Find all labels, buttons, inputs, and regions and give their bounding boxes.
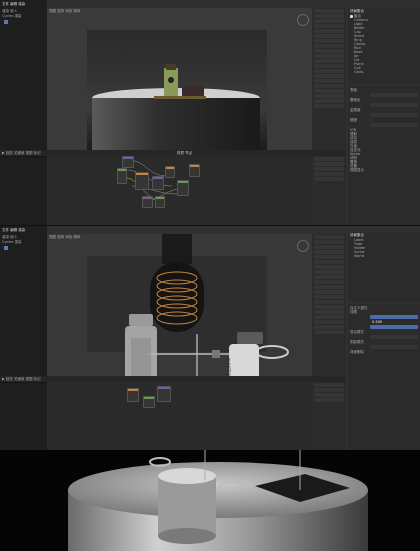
shader-node[interactable] [127, 388, 139, 402]
shader-node[interactable] [142, 196, 153, 208]
prop-label: 糙度 [350, 118, 357, 122]
bottom-node-editor[interactable] [47, 382, 312, 450]
shader-node[interactable] [189, 164, 200, 177]
shader-node[interactable] [143, 396, 155, 408]
bottom-viewport[interactable]: Ⓜ 化妆品精华 视图 选择 添加 物体 [47, 234, 312, 464]
bottom-tool-icon[interactable] [4, 246, 8, 250]
bottom-info-line-2: Cycles 渲染 [2, 240, 22, 244]
selected-prop-value: 0.500 [372, 320, 383, 324]
outliner-item[interactable]: Glass [354, 70, 414, 74]
top-outliner-title: 场景集合 [350, 9, 364, 13]
bottom-file-menu[interactable]: 文件 编辑 渲染 [2, 228, 25, 232]
product-render [0, 450, 420, 551]
bottom-left-toolbar: 文件 编辑 渲染 渲染 帧:1 Cycles 渲染 [0, 226, 47, 450]
top-node-editor-title: 材质 节点 [177, 151, 193, 155]
top-node-sidebar [312, 156, 346, 225]
prop-label: 阴影模式 [350, 340, 364, 344]
shader-node[interactable] [152, 176, 164, 190]
shader-node[interactable] [117, 168, 127, 184]
prop-label: 混合模式 [350, 330, 364, 334]
render-scene [68, 450, 368, 551]
shader-node[interactable] [155, 196, 165, 208]
bottom-timeline-label: ▶ 回放 关键帧 视图 标记 [2, 377, 41, 381]
bottom-outliner-title: 场景集合 [350, 233, 364, 237]
prop-label: 表面 [350, 88, 357, 92]
selected-prop-field[interactable] [370, 315, 418, 319]
top-info-line-1: 渲染 帧:1 [2, 9, 18, 13]
prop-field[interactable] [370, 123, 418, 127]
top-timeline-label: ▶ 回放 关键帧 视图 标记 [2, 151, 41, 155]
collection-icon [350, 14, 353, 18]
shader-node[interactable] [165, 166, 175, 178]
shader-node[interactable] [135, 172, 149, 190]
top-properties: 表面 基础色 金属度 糙度 IOR 透射 法向 涂层 光泽 自发光 Alpha … [348, 86, 420, 225]
prop-field[interactable] [370, 113, 418, 117]
top-nav-gizmo[interactable] [297, 14, 309, 26]
top-sidebar-n-panel [312, 8, 346, 150]
prop-field[interactable] [370, 93, 418, 97]
bottom-outliner: 场景集合 Label Tube Holder Screw World [348, 232, 420, 302]
prop-field[interactable] [370, 103, 418, 107]
bottom-viewport-header[interactable]: 视图 选择 添加 物体 [49, 235, 80, 239]
top-tool-icon[interactable] [4, 20, 8, 24]
prop-label: 金属度 [350, 108, 361, 112]
prop-label: 背面剔除 [350, 350, 364, 354]
top-viewport[interactable]: 视图 选择 添加 物体 [47, 8, 312, 150]
outliner-item[interactable]: World [354, 254, 414, 258]
bottom-node-sidebar [312, 382, 346, 450]
top-viewport-header[interactable]: 视图 选择 添加 物体 [49, 9, 80, 13]
shader-node[interactable] [157, 386, 171, 402]
top-node-editor[interactable]: 材质 节点 [47, 151, 312, 225]
prop-field[interactable] [370, 345, 418, 349]
top-product-scene [154, 64, 206, 99]
top-blender-window: 文件 编辑 渲染 渲染 帧:1 Cycles 渲染 视图 选择 添加 物体 场景… [0, 0, 420, 225]
prop-label: 视图显示 [350, 168, 364, 172]
bottom-nav-gizmo[interactable] [297, 240, 309, 252]
bottom-info-line-1: 渲染 帧:1 [2, 235, 18, 239]
bottom-properties: 自定义属性 线框 0.500 混合模式 阴影模式 背面剔除 [348, 304, 420, 450]
shader-node[interactable] [177, 180, 189, 196]
bottom-sidebar-n-panel [312, 234, 346, 376]
prop-label: 基础色 [350, 98, 361, 102]
top-info-line-2: Cycles 渲染 [2, 14, 22, 18]
bottom-blender-window: 文件 编辑 渲染 渲染 帧:1 Cycles 渲染 Ⓜ 化妆品精华 视图 选择 … [0, 226, 420, 464]
selected-prop-field[interactable] [370, 325, 418, 329]
prop-field[interactable] [370, 335, 418, 339]
prop-label: 线框 [350, 310, 357, 314]
left-toolbar: 文件 编辑 渲染 渲染 帧:1 Cycles 渲染 [0, 0, 47, 225]
shader-node[interactable] [122, 156, 134, 168]
top-outliner: 场景集合 集合 Camera Light Bottle Cap Stand Ri… [348, 8, 420, 84]
top-file-menu[interactable]: 文件 编辑 渲染 [2, 2, 25, 6]
